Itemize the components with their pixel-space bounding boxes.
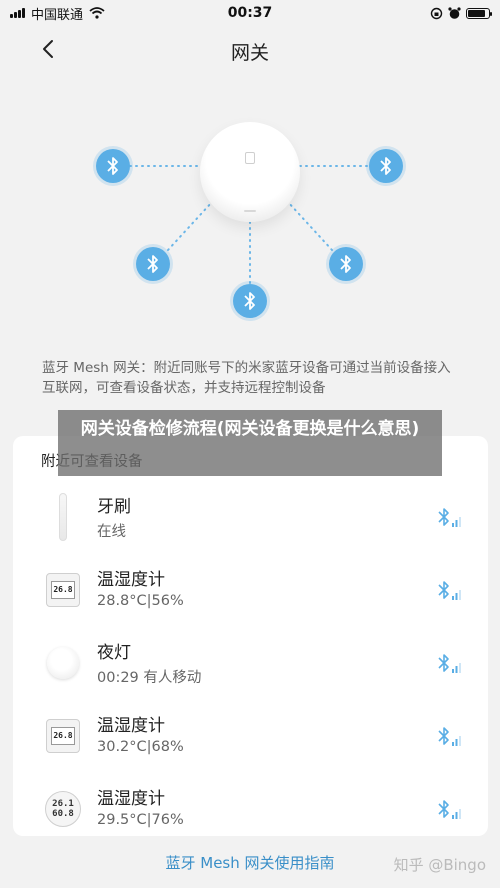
hygrometer-screen: 26.8 bbox=[51, 727, 75, 745]
device-status: 00:29 有人移动 bbox=[97, 670, 202, 686]
hygrometer-screen-top: 26.1 bbox=[52, 799, 74, 809]
status-right bbox=[430, 6, 492, 20]
carrier-label: 中国联通 bbox=[31, 7, 84, 23]
nav-bar: 网关 bbox=[0, 26, 500, 74]
watermark: 知乎 @Bingo bbox=[393, 856, 486, 874]
overlay-title-banner: 网关设备检修流程(网关设备更换是什么意思) bbox=[58, 410, 442, 476]
intro-description: 蓝牙 Mesh 网关：附近同账号下的米家蓝牙设备可通过当前设备接入互联网，可查看… bbox=[42, 360, 451, 396]
device-status: 29.5°C|76% bbox=[97, 812, 184, 828]
status-bar: 中国联通 00:37 bbox=[0, 0, 500, 26]
mesh-diagram bbox=[0, 80, 500, 340]
device-name: 温湿度计 bbox=[97, 716, 165, 736]
bluetooth-node-icon bbox=[369, 149, 403, 183]
orientation-lock-icon bbox=[430, 7, 443, 19]
status-left: 中国联通 bbox=[10, 4, 105, 23]
bluetooth-node-icon bbox=[96, 149, 130, 183]
bluetooth-node-icon bbox=[329, 247, 363, 281]
cell-signal-icon bbox=[10, 8, 25, 18]
gateway-led bbox=[244, 210, 256, 212]
nearby-devices-card: 附近可查看设备 牙刷 在线 26.8 温湿度计 28.8°C|56% 夜灯 00… bbox=[13, 436, 488, 836]
toothbrush-icon bbox=[43, 493, 83, 541]
bluetooth-node-icon bbox=[136, 247, 170, 281]
bluetooth-signal-icon bbox=[438, 727, 461, 746]
hygrometer-round-icon: 26.1 60.8 bbox=[43, 786, 83, 832]
device-status: 30.2°C|68% bbox=[97, 739, 184, 755]
device-status: 28.8°C|56% bbox=[97, 593, 184, 609]
battery-fill bbox=[468, 9, 485, 17]
gateway-logo-icon bbox=[245, 152, 255, 164]
wifi-icon bbox=[89, 7, 105, 19]
hygrometer-square-icon: 26.8 bbox=[43, 567, 83, 613]
bluetooth-signal-icon bbox=[438, 654, 461, 673]
device-row[interactable]: 26.8 温湿度计 28.8°C|56% bbox=[13, 555, 488, 627]
hygrometer-square-icon: 26.8 bbox=[43, 713, 83, 759]
page-title: 网关 bbox=[230, 42, 269, 64]
device-row[interactable]: 牙刷 在线 bbox=[13, 482, 488, 554]
gateway-device bbox=[200, 122, 300, 222]
alarm-icon bbox=[448, 6, 461, 19]
bluetooth-signal-icon bbox=[438, 508, 461, 527]
status-time: 00:37 bbox=[227, 5, 273, 21]
hygrometer-screen: 26.8 bbox=[51, 581, 75, 599]
device-name: 牙刷 bbox=[97, 497, 131, 517]
bluetooth-signal-icon bbox=[438, 581, 461, 600]
bluetooth-node-icon bbox=[233, 284, 267, 318]
device-name: 夜灯 bbox=[97, 643, 131, 663]
device-row[interactable]: 26.8 温湿度计 30.2°C|68% bbox=[13, 701, 488, 773]
device-name: 温湿度计 bbox=[97, 570, 165, 590]
battery-icon bbox=[466, 7, 492, 19]
device-row[interactable]: 夜灯 00:29 有人移动 bbox=[13, 628, 488, 700]
hygrometer-screen-bottom: 60.8 bbox=[52, 809, 74, 819]
bluetooth-signal-icon bbox=[438, 800, 461, 819]
night-light-icon bbox=[43, 640, 83, 686]
device-row[interactable]: 26.1 60.8 温湿度计 29.5°C|76% bbox=[13, 774, 488, 846]
device-status: 在线 bbox=[97, 524, 126, 540]
device-name: 温湿度计 bbox=[97, 789, 165, 809]
